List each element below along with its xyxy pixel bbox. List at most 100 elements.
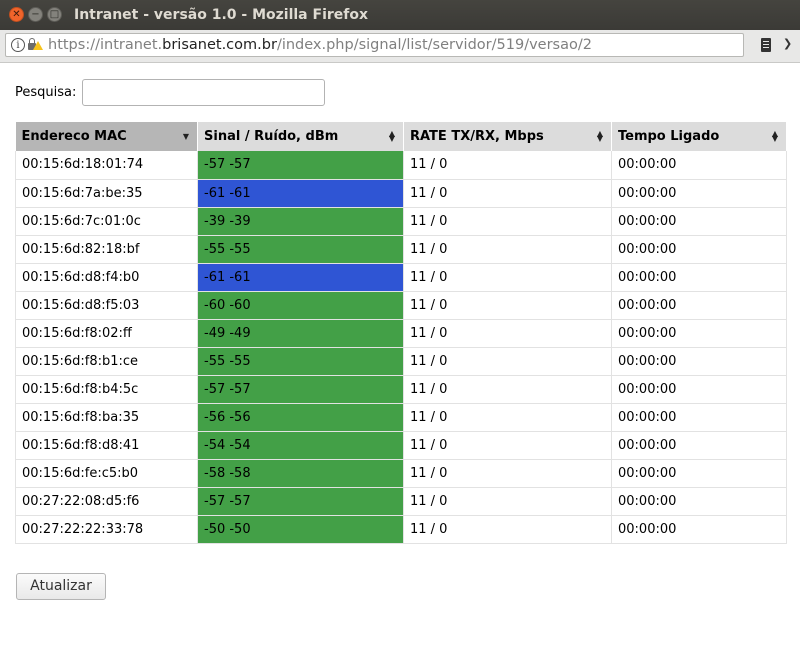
mac-cell: 00:15:6d:fe:c5:b0 xyxy=(15,459,198,488)
uptime-cell: 00:00:00 xyxy=(611,207,787,236)
table-row: 00:15:6d:f8:d8:41 -54 -54 11 / 0 00:00:00 xyxy=(15,431,787,460)
uptime-cell: 00:00:00 xyxy=(611,263,787,292)
table-row: 00:15:6d:f8:b1:ce -55 -55 11 / 0 00:00:00 xyxy=(15,347,787,376)
table-row: 00:15:6d:7a:be:35 -61 -61 11 / 0 00:00:00 xyxy=(15,179,787,208)
mac-cell: 00:27:22:08:d5:f6 xyxy=(15,487,198,516)
signal-table: Endereco MAC ▼ Sinal / Ruído, dBm ▲ ▼ RATE TX… xyxy=(15,122,787,544)
sort-both-icon: ▲ ▼ xyxy=(771,129,778,143)
signal-cell: -61 -61 xyxy=(197,263,404,292)
close-window-icon[interactable]: ✕ xyxy=(9,7,24,22)
signal-cell: -57 -57 xyxy=(197,375,404,404)
table-row: 00:15:6d:d8:f5:03 -60 -60 11 / 0 00:00:00 xyxy=(15,291,787,320)
table-row: 00:15:6d:82:18:bf -55 -55 11 / 0 00:00:00 xyxy=(15,235,787,264)
table-row: 00:15:6d:7c:01:0c -39 -39 11 / 0 00:00:00 xyxy=(15,207,787,236)
rate-cell: 11 / 0 xyxy=(403,207,612,236)
refresh-button[interactable]: Atualizar xyxy=(16,573,106,600)
sort-both-icon: ▲ ▼ xyxy=(596,129,603,143)
url-path: /index.php/signal/list/servidor/519/vers… xyxy=(276,37,592,53)
table-row: 00:15:6d:18:01:74 -57 -57 11 / 0 00:00:00 xyxy=(15,151,787,180)
signal-cell: -50 -50 xyxy=(197,515,404,544)
url-prefix: https://intranet. xyxy=(48,37,163,53)
column-header-label: RATE TX/RX, Mbps xyxy=(410,129,544,144)
window-titlebar: ✕ − □ Intranet - versão 1.0 - Mozilla Fi… xyxy=(0,0,800,30)
mac-cell: 00:15:6d:d8:f5:03 xyxy=(15,291,198,320)
minimize-window-icon[interactable]: − xyxy=(28,7,43,22)
signal-cell: -58 -58 xyxy=(197,459,404,488)
mac-cell: 00:15:6d:f8:d8:41 xyxy=(15,431,198,460)
uptime-cell: 00:00:00 xyxy=(611,487,787,516)
mac-cell: 00:15:6d:7c:01:0c xyxy=(15,207,198,236)
mac-cell: 00:15:6d:f8:02:ff xyxy=(15,319,198,348)
column-header-label: Tempo Ligado xyxy=(618,129,720,144)
rate-cell: 11 / 0 xyxy=(403,431,612,460)
uptime-cell: 00:00:00 xyxy=(611,179,787,208)
signal-cell: -57 -57 xyxy=(197,487,404,516)
uptime-cell: 00:00:00 xyxy=(611,431,787,460)
table-row: 00:15:6d:f8:b4:5c -57 -57 11 / 0 00:00:00 xyxy=(15,375,787,404)
table-row: 00:15:6d:d8:f4:b0 -61 -61 11 / 0 00:00:00 xyxy=(15,263,787,292)
table-row: 00:15:6d:f8:ba:35 -56 -56 11 / 0 00:00:00 xyxy=(15,403,787,432)
table-header-row: Endereco MAC ▼ Sinal / Ruído, dBm ▲ ▼ RATE TX… xyxy=(15,122,787,151)
column-header-label: Endereco MAC xyxy=(21,129,127,144)
table-row: 00:27:22:22:33:78 -50 -50 11 / 0 00:00:00 xyxy=(15,515,787,544)
uptime-cell: 00:00:00 xyxy=(611,319,787,348)
signal-cell: -57 -57 xyxy=(197,151,404,180)
uptime-cell: 00:00:00 xyxy=(611,459,787,488)
sort-both-icon: ▲ ▼ xyxy=(388,129,395,143)
url-text[interactable]: https://intranet.brisanet.com.br/index.p… xyxy=(48,37,592,53)
window-title: Intranet - versão 1.0 - Mozilla Firefox xyxy=(74,7,369,23)
rate-cell: 11 / 0 xyxy=(403,375,612,404)
rate-cell: 11 / 0 xyxy=(403,319,612,348)
uptime-cell: 00:00:00 xyxy=(611,347,787,376)
mac-cell: 00:27:22:22:33:78 xyxy=(15,515,198,544)
signal-cell: -54 -54 xyxy=(197,431,404,460)
mac-cell: 00:15:6d:f8:ba:35 xyxy=(15,403,198,432)
overflow-chevron-icon[interactable]: ❯ xyxy=(783,37,792,50)
column-header-rate[interactable]: RATE TX/RX, Mbps ▲ ▼ xyxy=(403,122,612,151)
signal-cell: -61 -61 xyxy=(197,179,404,208)
uptime-cell: 00:00:00 xyxy=(611,375,787,404)
mac-cell: 00:15:6d:18:01:74 xyxy=(15,151,198,180)
rate-cell: 11 / 0 xyxy=(403,179,612,208)
column-header-signal[interactable]: Sinal / Ruído, dBm ▲ ▼ xyxy=(197,122,404,151)
column-header-mac[interactable]: Endereco MAC ▼ xyxy=(15,122,198,151)
browser-navbar: i https://intranet.brisanet.com.br/index… xyxy=(0,30,800,63)
signal-cell: -39 -39 xyxy=(197,207,404,236)
rate-cell: 11 / 0 xyxy=(403,515,612,544)
insecure-lock-icon[interactable] xyxy=(28,38,43,52)
mac-cell: 00:15:6d:f8:b4:5c xyxy=(15,375,198,404)
sort-descending-icon: ▼ xyxy=(182,132,189,141)
signal-cell: -55 -55 xyxy=(197,347,404,376)
site-info-icon[interactable]: i xyxy=(11,38,25,52)
rate-cell: 11 / 0 xyxy=(403,235,612,264)
uptime-cell: 00:00:00 xyxy=(611,235,787,264)
maximize-window-icon[interactable]: □ xyxy=(47,7,62,22)
url-bar[interactable]: i https://intranet.brisanet.com.br/index… xyxy=(5,33,744,57)
table-row: 00:27:22:08:d5:f6 -57 -57 11 / 0 00:00:00 xyxy=(15,487,787,516)
signal-cell: -55 -55 xyxy=(197,235,404,264)
rate-cell: 11 / 0 xyxy=(403,151,612,180)
table-row: 00:15:6d:f8:02:ff -49 -49 11 / 0 00:00:00 xyxy=(15,319,787,348)
signal-cell: -56 -56 xyxy=(197,403,404,432)
rate-cell: 11 / 0 xyxy=(403,487,612,516)
signal-cell: -60 -60 xyxy=(197,291,404,320)
rate-cell: 11 / 0 xyxy=(403,291,612,320)
url-domain: brisanet.com.br xyxy=(162,37,277,53)
reader-mode-icon[interactable] xyxy=(761,38,771,52)
uptime-cell: 00:00:00 xyxy=(611,151,787,180)
rate-cell: 11 / 0 xyxy=(403,263,612,292)
search-input[interactable] xyxy=(82,79,325,106)
mac-cell: 00:15:6d:d8:f4:b0 xyxy=(15,263,198,292)
table-row: 00:15:6d:fe:c5:b0 -58 -58 11 / 0 00:00:00 xyxy=(15,459,787,488)
rate-cell: 11 / 0 xyxy=(403,459,612,488)
table-body: 00:15:6d:18:01:74 -57 -57 11 / 0 00:00:00 00… xyxy=(15,151,787,544)
uptime-cell: 00:00:00 xyxy=(611,515,787,544)
mac-cell: 00:15:6d:82:18:bf xyxy=(15,235,198,264)
signal-cell: -49 -49 xyxy=(197,319,404,348)
mac-cell: 00:15:6d:f8:b1:ce xyxy=(15,347,198,376)
uptime-cell: 00:00:00 xyxy=(611,403,787,432)
rate-cell: 11 / 0 xyxy=(403,347,612,376)
mac-cell: 00:15:6d:7a:be:35 xyxy=(15,179,198,208)
column-header-uptime[interactable]: Tempo Ligado ▲ ▼ xyxy=(611,122,787,151)
column-header-label: Sinal / Ruído, dBm xyxy=(204,129,339,144)
